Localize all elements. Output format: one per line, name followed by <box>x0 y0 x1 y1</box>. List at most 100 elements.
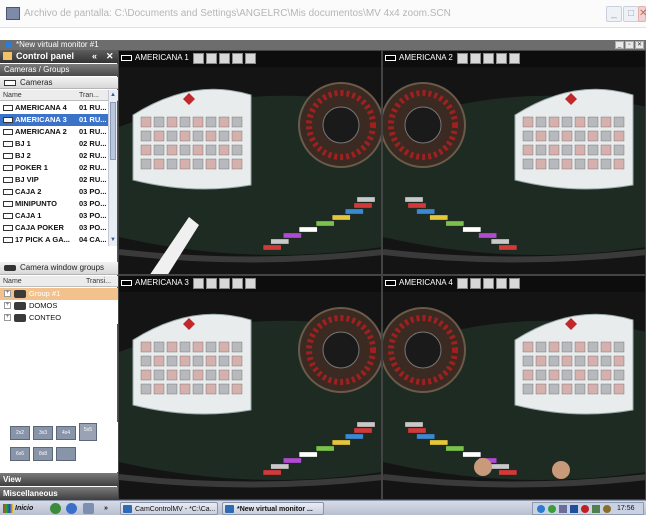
record-icon[interactable] <box>469 52 481 64</box>
camera-snapshot-icon[interactable] <box>192 52 204 64</box>
camera-window-groups-label: Camera window groups <box>20 263 105 272</box>
tray-app-icon[interactable] <box>559 505 567 513</box>
group-list-item[interactable]: + CONTEO <box>0 312 118 324</box>
betting-cell <box>153 355 165 367</box>
video-panel-header: AMERICANA 1 <box>119 51 258 65</box>
expand-icon[interactable]: + <box>4 290 11 297</box>
taskbar-item-camcontrol[interactable]: CamControlMV - *C:\Ca... <box>120 502 218 515</box>
layout-3x3-button[interactable]: 3x3 <box>33 426 53 440</box>
zoom-icon[interactable] <box>482 277 494 289</box>
tray-monitor-icon[interactable] <box>570 505 578 513</box>
record-icon[interactable] <box>469 277 481 289</box>
camera-snapshot-icon[interactable] <box>456 277 468 289</box>
tray-alert-icon[interactable] <box>581 505 589 513</box>
camera-list-item[interactable]: BJ VIP 02 RU... <box>0 174 108 186</box>
betting-cell <box>179 383 191 395</box>
quicklaunch-icon[interactable] <box>50 503 61 514</box>
cameras-groups-section[interactable]: Cameras / Groups <box>0 64 118 76</box>
betting-cell <box>205 369 217 381</box>
app-icon <box>6 7 20 20</box>
explorer-icon[interactable] <box>83 503 94 514</box>
start-button[interactable]: Inicio <box>2 502 33 515</box>
camera-snapshot-icon[interactable] <box>456 52 468 64</box>
camera-icon <box>385 55 396 61</box>
cameras-tab[interactable]: Cameras <box>0 77 118 89</box>
settings-icon[interactable] <box>244 52 256 64</box>
panel-close-icon[interactable]: ✕ <box>106 50 114 63</box>
group-list-item[interactable]: + DOMOS <box>0 300 118 312</box>
camera-list-item[interactable]: AMERICANA 4 01 RU... <box>0 102 108 114</box>
column-trans[interactable]: Tran... <box>79 90 99 101</box>
audio-icon[interactable] <box>495 52 507 64</box>
layout-custom-button[interactable] <box>56 447 76 461</box>
zoom-icon[interactable] <box>218 277 230 289</box>
minimize-button[interactable]: _ <box>606 6 622 22</box>
group-column-name[interactable]: Name <box>3 276 22 287</box>
inner-restore-button[interactable]: ▫ <box>625 41 634 49</box>
browser-icon[interactable] <box>66 503 77 514</box>
inner-minimize-button[interactable]: _ <box>615 41 624 49</box>
maximize-button[interactable]: □ <box>623 6 639 22</box>
camera-feed-image <box>119 292 381 499</box>
camera-list-item[interactable]: AMERICANA 2 01 RU... <box>0 126 108 138</box>
video-panel[interactable]: AMERICANA 2 <box>382 50 646 275</box>
settings-icon[interactable] <box>508 52 520 64</box>
group-column-trans[interactable]: Transi... <box>86 276 111 287</box>
layout-4x4-button[interactable]: 4x4 <box>56 426 76 440</box>
camera-list-scrollbar[interactable]: ▲ ▼ <box>108 90 117 246</box>
camera-list-item[interactable]: 17 PICK A GA... 04 CA... <box>0 234 108 246</box>
chip-stack <box>416 433 435 440</box>
scroll-thumb[interactable] <box>110 102 116 160</box>
video-panel[interactable]: AMERICANA 1 <box>118 50 382 275</box>
close-button[interactable]: ✕ <box>638 6 646 22</box>
betting-cell <box>166 158 178 170</box>
betting-cell <box>179 158 191 170</box>
audio-icon[interactable] <box>231 277 243 289</box>
camera-snapshot-icon[interactable] <box>192 277 204 289</box>
video-panel[interactable]: AMERICANA 3 <box>118 275 382 500</box>
layout-2x2-button[interactable]: 2x2 <box>10 426 30 440</box>
video-panel[interactable]: AMERICANA 4 <box>382 275 646 500</box>
camera-list-item[interactable]: BJ 2 02 RU... <box>0 150 108 162</box>
camera-list-item[interactable]: MINIPUNTO 03 PO... <box>0 198 108 210</box>
camera-window-groups-tab[interactable]: Camera window groups <box>0 262 118 275</box>
column-name[interactable]: Name <box>3 90 22 101</box>
record-icon[interactable] <box>205 52 217 64</box>
video-panel-header: AMERICANA 3 <box>119 276 258 290</box>
record-icon[interactable] <box>205 277 217 289</box>
camera-list-item[interactable]: AMERICANA 3 01 RU... <box>0 114 108 126</box>
camera-list-item[interactable]: POKER 1 02 RU... <box>0 162 108 174</box>
tray-security-icon[interactable] <box>548 505 556 513</box>
camera-list-item[interactable]: BJ 1 02 RU... <box>0 138 108 150</box>
view-section[interactable]: View <box>0 473 118 486</box>
inner-close-button[interactable]: ✕ <box>635 41 644 49</box>
expand-icon[interactable]: + <box>4 302 11 309</box>
betting-cell <box>600 383 612 395</box>
taskbar-item-virtual-monitor[interactable]: *New virtual monitor ... <box>222 502 324 515</box>
miscellaneous-section[interactable]: Miscellaneous <box>0 487 118 500</box>
tray-volume-icon[interactable] <box>592 505 600 513</box>
chip-stack <box>262 469 282 476</box>
expand-icon[interactable]: + <box>4 314 11 321</box>
zoom-icon[interactable] <box>218 52 230 64</box>
scroll-down-icon[interactable]: ▼ <box>109 236 117 244</box>
audio-icon[interactable] <box>495 277 507 289</box>
layout-6x6-button[interactable]: 6x6 <box>10 447 30 461</box>
tray-network-icon[interactable] <box>537 505 545 513</box>
camera-list-item[interactable]: CAJA POKER 03 PO... <box>0 222 108 234</box>
layout-selector: 2x2 3x3 4x4 5x5 6x6 8x8 <box>0 422 118 472</box>
tray-misc-icon[interactable] <box>603 505 611 513</box>
layout-8x8-button[interactable]: 8x8 <box>33 447 53 461</box>
quicklaunch-more-icon[interactable]: » <box>104 502 108 515</box>
betting-cell <box>205 341 217 353</box>
camera-list-item[interactable]: CAJA 1 03 PO... <box>0 210 108 222</box>
collapse-icon[interactable]: « <box>92 50 97 63</box>
group-list-item[interactable]: + Group #1 <box>0 288 118 300</box>
scroll-up-icon[interactable]: ▲ <box>109 91 117 99</box>
settings-icon[interactable] <box>508 277 520 289</box>
camera-list-item[interactable]: CAJA 2 03 PO... <box>0 186 108 198</box>
zoom-icon[interactable] <box>482 52 494 64</box>
layout-5x5-button[interactable]: 5x5 <box>79 423 97 441</box>
settings-icon[interactable] <box>244 277 256 289</box>
audio-icon[interactable] <box>231 52 243 64</box>
